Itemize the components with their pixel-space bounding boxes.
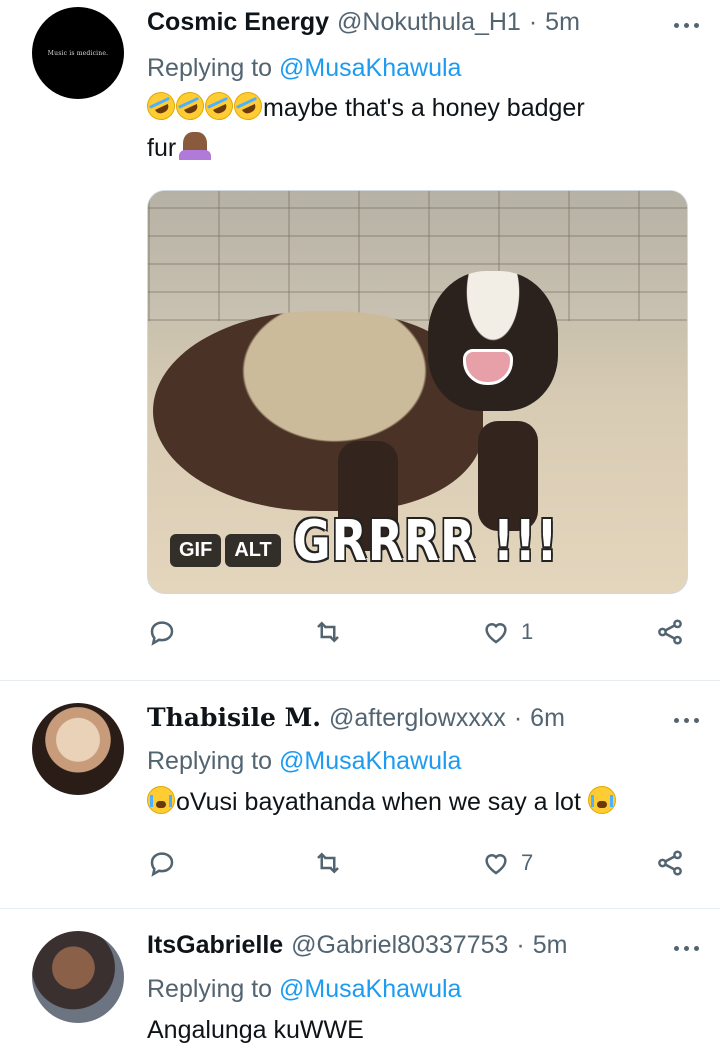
separator: ·: [528, 8, 538, 36]
like-button[interactable]: 7: [481, 848, 533, 878]
separator: ·: [516, 931, 525, 959]
replying-prefix: Replying to: [147, 747, 273, 775]
mention-link[interactable]: @MusaKhawula: [279, 54, 461, 82]
avatar-text: Music is medicine.: [47, 49, 109, 57]
retweet-icon: [317, 852, 339, 874]
timestamp[interactable]: 5m: [533, 931, 568, 960]
tweet-text: oVusi bayathanda when we say a lot: [147, 782, 680, 822]
replying-prefix: Replying to: [147, 975, 273, 1003]
timestamp[interactable]: 6m: [530, 704, 565, 733]
user-handle[interactable]: @afterglowxxxx: [329, 704, 506, 733]
tweet-header: ItsGabrielle @Gabriel80337753 · 5m: [147, 931, 660, 971]
like-icon: [485, 623, 507, 644]
gif-caption: GRRRR !!!: [293, 509, 559, 574]
display-name[interactable]: Cosmic Energy: [147, 8, 329, 37]
tweet-header: Thabisile M. @afterglowxxxx · 6m: [147, 703, 660, 743]
more-icon[interactable]: [666, 10, 706, 40]
gif-badge: GIF: [170, 534, 222, 567]
retweet-button[interactable]: [313, 617, 343, 647]
reply-button[interactable]: [147, 617, 177, 647]
crying-emoji-icon: [147, 786, 175, 814]
timestamp[interactable]: 5m: [545, 8, 580, 37]
share-icon: [658, 850, 682, 876]
avatar[interactable]: [32, 931, 124, 1023]
rofl-emoji-icon: [200, 87, 238, 125]
user-handle[interactable]: @Nokuthula_H1: [337, 8, 521, 37]
like-button[interactable]: 1: [481, 617, 533, 647]
shrug-emoji-icon: [179, 132, 212, 160]
reply-icon: [150, 852, 174, 877]
media-badges: GIF ALT: [170, 534, 281, 567]
gif-media[interactable]: GRRRR !!! GIF ALT: [147, 190, 688, 594]
replying-to: Replying to @MusaKhawula: [147, 975, 461, 1004]
tweet[interactable]: Music is medicine. Cosmic Energy @Nokuth…: [0, 0, 720, 680]
reply-button[interactable]: [147, 848, 177, 878]
crying-emoji-icon: [587, 786, 616, 814]
display-name[interactable]: ItsGabrielle: [147, 931, 283, 960]
user-handle[interactable]: @Gabriel80337753: [291, 931, 508, 960]
share-button[interactable]: [655, 848, 685, 878]
mention-link[interactable]: @MusaKhawula: [279, 747, 461, 775]
background-wall: [148, 191, 687, 321]
share-icon: [658, 619, 682, 645]
tweet[interactable]: Thabisile M. @afterglowxxxx · 6m Replyin…: [0, 681, 720, 908]
badger-head: [428, 271, 558, 411]
rofl-emoji-icon: [229, 87, 267, 125]
tweet-text-line: maybe that's a honey badger: [263, 94, 585, 122]
like-count: 1: [521, 619, 534, 644]
retweet-icon: [317, 621, 339, 643]
tweet-text-line: Angalunga kuWWE: [147, 1016, 364, 1044]
display-name[interactable]: Thabisile M.: [147, 703, 321, 732]
action-bar: 7: [147, 848, 692, 888]
reply-icon: [150, 621, 174, 646]
alt-badge[interactable]: ALT: [225, 534, 281, 567]
action-bar: 1: [147, 617, 692, 657]
tweet-text-line: fur: [147, 134, 177, 162]
rofl-emoji-icon: [142, 87, 180, 125]
like-count: 7: [521, 850, 534, 875]
rofl-emoji-icon: [171, 87, 209, 125]
retweet-button[interactable]: [313, 848, 343, 878]
avatar[interactable]: Music is medicine.: [32, 7, 124, 99]
like-icon: [485, 854, 507, 875]
separator: ·: [513, 704, 523, 732]
replying-prefix: Replying to: [147, 54, 273, 82]
avatar[interactable]: [32, 703, 124, 795]
tweet-text: Angalunga kuWWE: [147, 1010, 680, 1050]
more-icon[interactable]: [666, 933, 706, 963]
tweet[interactable]: ItsGabrielle @Gabriel80337753 · 5m Reply…: [0, 909, 720, 1056]
tweet-header: Cosmic Energy @Nokuthula_H1 · 5m: [147, 8, 660, 48]
mention-link[interactable]: @MusaKhawula: [279, 975, 461, 1003]
more-icon[interactable]: [666, 705, 706, 735]
tweet-text-line: oVusi bayathanda when we say a lot: [176, 788, 581, 816]
replying-to: Replying to @MusaKhawula: [147, 747, 461, 776]
share-button[interactable]: [655, 617, 685, 647]
tweet-text: maybe that's a honey badger fur: [142, 87, 680, 168]
replying-to: Replying to @MusaKhawula: [147, 54, 461, 83]
